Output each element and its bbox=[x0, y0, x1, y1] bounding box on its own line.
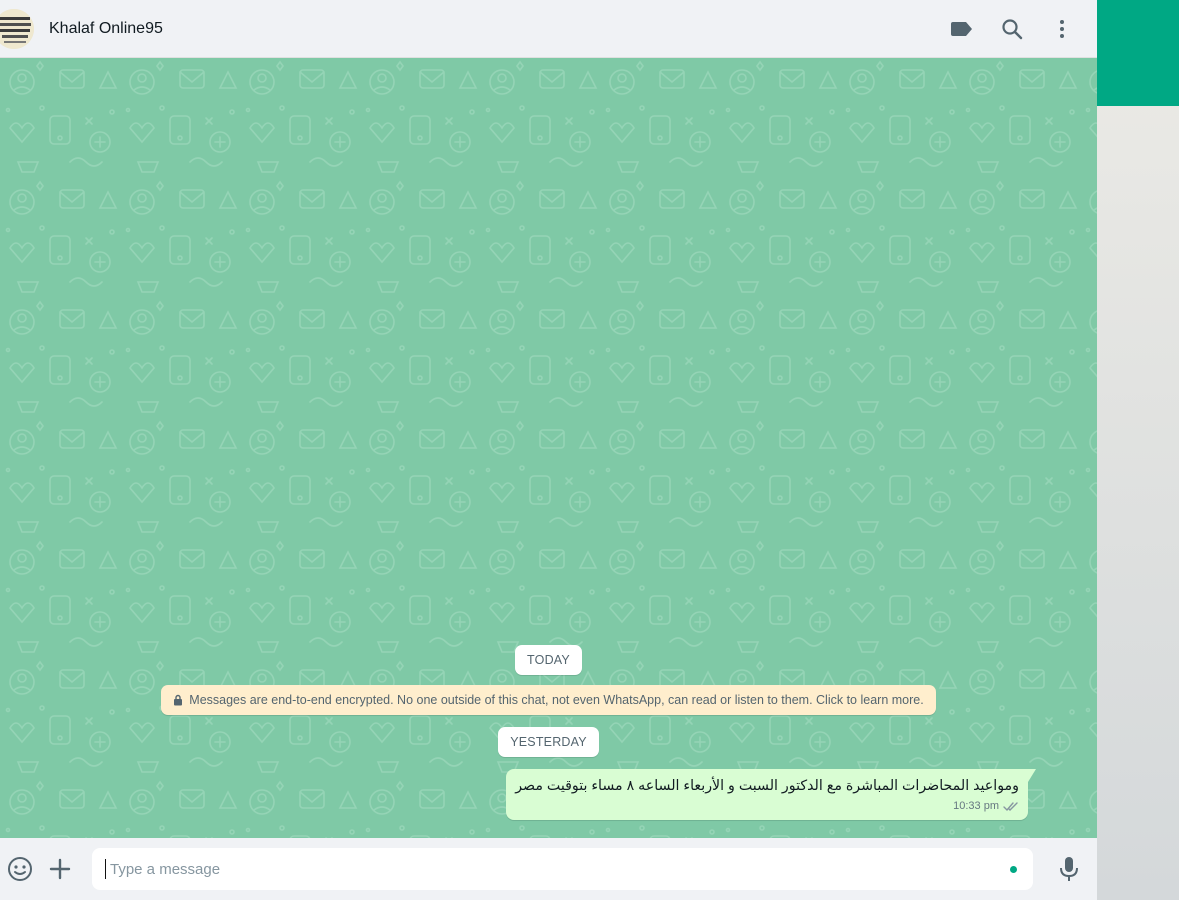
message-input[interactable] bbox=[105, 859, 1010, 879]
message-text: ومواعيد المحاضرات المباشرة مع الدكتور ال… bbox=[515, 778, 1019, 794]
date-divider-today: TODAY bbox=[515, 645, 582, 675]
lock-icon bbox=[174, 694, 183, 706]
double-check-icon bbox=[1003, 801, 1018, 811]
label-icon[interactable] bbox=[937, 9, 987, 49]
emoji-icon[interactable] bbox=[0, 849, 40, 889]
encryption-notice-text: Messages are end-to-end encrypted. No on… bbox=[189, 693, 924, 707]
bubble-tail bbox=[1028, 769, 1036, 782]
chat-window: Khalaf Online95 TODAY Messages are end-t… bbox=[0, 0, 1097, 900]
message-composer bbox=[0, 838, 1097, 900]
mic-icon[interactable] bbox=[1041, 838, 1097, 900]
contact-name[interactable]: Khalaf Online95 bbox=[49, 20, 937, 38]
avatar[interactable] bbox=[0, 8, 34, 49]
status-dot bbox=[1010, 865, 1017, 873]
message-bubble-outgoing[interactable]: ومواعيد المحاضرات المباشرة مع الدكتور ال… bbox=[506, 769, 1036, 820]
search-icon[interactable] bbox=[987, 9, 1037, 49]
message-input-container bbox=[92, 848, 1033, 890]
accent-strip bbox=[1097, 0, 1179, 106]
attach-plus-icon[interactable] bbox=[40, 849, 80, 889]
encryption-notice[interactable]: Messages are end-to-end encrypted. No on… bbox=[161, 685, 936, 715]
date-divider-yesterday: YESTERDAY bbox=[498, 727, 599, 757]
message-time: 10:33 pm bbox=[953, 800, 999, 812]
chat-header: Khalaf Online95 bbox=[0, 0, 1097, 58]
menu-dots-icon[interactable] bbox=[1037, 9, 1087, 49]
message-pane[interactable]: TODAY Messages are end-to-end encrypted.… bbox=[0, 58, 1097, 838]
background-panel bbox=[1097, 0, 1179, 900]
